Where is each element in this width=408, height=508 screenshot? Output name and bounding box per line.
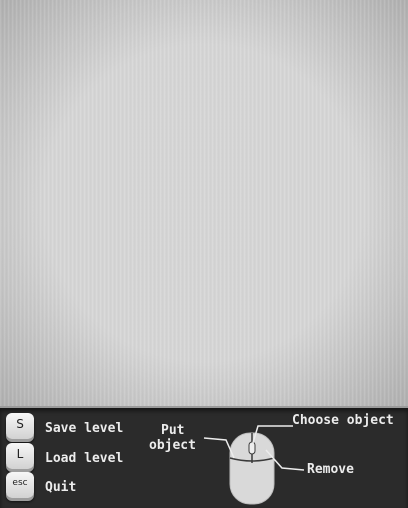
mouse-icon xyxy=(203,425,305,505)
put-label-line1: Put xyxy=(161,423,185,438)
put-label-line2: object xyxy=(149,438,196,453)
esc-key-icon: esc xyxy=(6,472,34,498)
quit-label: Quit xyxy=(45,479,77,495)
load-level-label: Load level xyxy=(45,450,124,466)
l-key-icon: L xyxy=(6,443,34,469)
quit-hint: esc Quit xyxy=(6,472,77,501)
load-level-hint: L Load level xyxy=(6,443,124,472)
s-key-icon: S xyxy=(6,413,34,439)
save-level-label: Save level xyxy=(45,420,124,436)
level-canvas[interactable] xyxy=(0,0,408,408)
save-level-hint: S Save level xyxy=(6,413,124,442)
